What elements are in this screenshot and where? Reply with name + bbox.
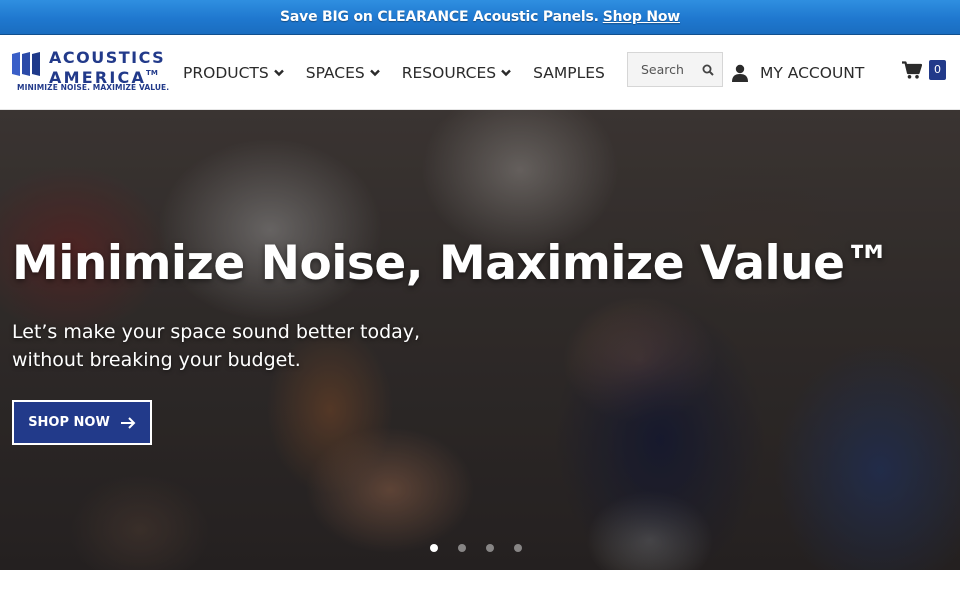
search-icon (702, 64, 714, 76)
logo-tagline: MINIMIZE NOISE. MAXIMIZE VALUE. (17, 83, 170, 92)
arrow-right-icon (120, 416, 136, 429)
slider-dot-3[interactable] (486, 544, 494, 552)
search-input[interactable] (628, 53, 694, 86)
shop-now-label: SHOP NOW (28, 415, 110, 430)
slider-dots (430, 544, 542, 552)
slider-dot-2[interactable] (458, 544, 466, 552)
nav-label: RESOURCES (401, 63, 497, 82)
hero-title: Minimize Noise, Maximize Value™ (12, 236, 892, 291)
chevron-down-icon (369, 69, 380, 76)
nav-item-resources[interactable]: RESOURCES (402, 64, 511, 82)
logo[interactable]: ACOUSTICS AMERICATM MINIMIZE NOISE. MAXI… (12, 48, 169, 96)
content-area (0, 570, 960, 600)
hero-subtitle-line1: Let’s make your space sound better today… (12, 321, 421, 343)
nav-label: PRODUCTS (183, 63, 269, 82)
cart-count-badge: 0 (929, 60, 946, 80)
promo-shop-now-link[interactable]: Shop Now (603, 9, 680, 25)
user-icon (732, 64, 748, 82)
hero-subtitle-line2: without breaking your budget. (12, 349, 301, 371)
hero-banner: Minimize Noise, Maximize Value™ Let’s ma… (0, 110, 960, 570)
my-account-label: MY ACCOUNT (760, 63, 865, 82)
cart-button[interactable]: 0 (902, 59, 946, 81)
chevron-down-icon (273, 69, 284, 76)
search-button[interactable] (694, 53, 722, 86)
promo-text: Save BIG on CLEARANCE Acoustic Panels. (280, 9, 599, 25)
nav-item-spaces[interactable]: SPACES (306, 64, 380, 82)
site-header: ACOUSTICS AMERICATM MINIMIZE NOISE. MAXI… (0, 35, 960, 110)
my-account-link[interactable]: MY ACCOUNT (732, 35, 864, 110)
logo-line1: ACOUSTICS (49, 48, 166, 67)
nav-item-products[interactable]: PRODUCTS (183, 64, 284, 82)
cart-icon (902, 61, 922, 79)
slider-dot-4[interactable] (514, 544, 522, 552)
slider-dot-1[interactable] (430, 544, 438, 552)
nav-item-samples[interactable]: SAMPLES (533, 64, 605, 82)
logo-panels-icon (12, 52, 40, 76)
promo-bar: Save BIG on CLEARANCE Acoustic Panels. S… (0, 0, 960, 35)
search-box (627, 52, 723, 87)
nav-label: SPACES (305, 63, 365, 82)
nav-label: SAMPLES (533, 63, 605, 82)
main-nav: PRODUCTS SPACES RESOURCES SAMPLES (183, 35, 627, 110)
shop-now-button[interactable]: SHOP NOW (12, 400, 152, 445)
hero-subtitle: Let’s make your space sound better today… (12, 318, 472, 374)
chevron-down-icon (501, 69, 511, 76)
